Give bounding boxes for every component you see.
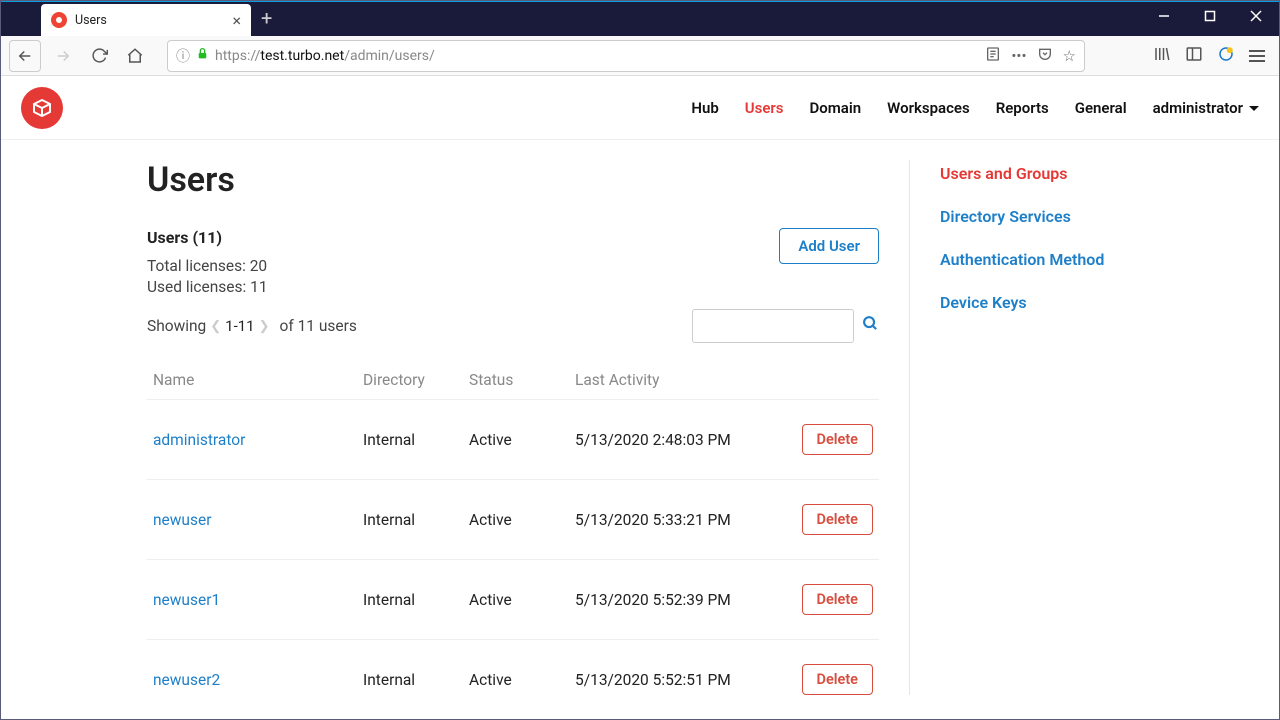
bookmark-star-icon[interactable]: ☆	[1063, 47, 1076, 65]
lock-icon	[196, 47, 209, 64]
pager-prev-icon[interactable]: ❮	[206, 319, 225, 334]
cell-status: Active	[469, 431, 575, 449]
nav-workspaces[interactable]: Workspaces	[887, 99, 970, 117]
user-link[interactable]: newuser1	[153, 591, 220, 609]
cell-last-activity: 5/13/2020 2:48:03 PM	[575, 431, 763, 449]
sidebar-authentication-method[interactable]: Authentication Method	[940, 250, 1249, 269]
sidebar-device-keys[interactable]: Device Keys	[940, 293, 1249, 312]
pager-range: 1-11	[225, 317, 254, 335]
reader-mode-icon[interactable]	[985, 46, 1001, 66]
search-icon[interactable]	[862, 315, 879, 337]
delete-button[interactable]: Delete	[802, 424, 874, 455]
pocket-icon[interactable]	[1037, 46, 1053, 66]
pager-of: of 11 users	[280, 317, 357, 335]
table-row: newuser2 InternalActive5/13/2020 5:52:51 …	[147, 640, 879, 695]
top-nav: Hub Users Domain Workspaces Reports General ad…	[691, 99, 1259, 117]
col-status: Status	[469, 371, 575, 389]
sidebar-directory-services[interactable]: Directory Services	[940, 207, 1249, 226]
cell-status: Active	[469, 511, 575, 529]
user-link[interactable]: newuser	[153, 511, 211, 529]
used-licenses: Used licenses: 11	[147, 278, 779, 296]
user-link[interactable]: newuser2	[153, 671, 220, 689]
right-sidebar: Users and Groups Directory Services Authen…	[909, 160, 1279, 695]
cell-last-activity: 5/13/2020 5:52:39 PM	[575, 591, 763, 609]
browser-titlebar: Users × +	[1, 1, 1279, 36]
delete-button[interactable]: Delete	[802, 664, 874, 695]
library-icon[interactable]	[1153, 45, 1171, 67]
user-link[interactable]: administrator	[153, 431, 245, 449]
browser-tab[interactable]: Users ×	[41, 4, 251, 36]
window-minimize-icon[interactable]	[1141, 1, 1187, 31]
nav-general[interactable]: General	[1075, 99, 1127, 117]
table-row: administrator InternalActive5/13/2020 2:4…	[147, 400, 879, 480]
browser-toolbar: ⓘ https://test.turbo.net/admin/users/ ••…	[1, 36, 1279, 76]
window-maximize-icon[interactable]	[1187, 1, 1233, 31]
cell-last-activity: 5/13/2020 5:33:21 PM	[575, 511, 763, 529]
cell-last-activity: 5/13/2020 5:52:51 PM	[575, 671, 763, 689]
cell-status: Active	[469, 591, 575, 609]
address-bar[interactable]: ⓘ https://test.turbo.net/admin/users/ ••…	[167, 40, 1085, 72]
reload-button[interactable]	[85, 42, 113, 70]
table-row: newuser InternalActive5/13/2020 5:33:21 P…	[147, 480, 879, 560]
forward-button	[49, 42, 77, 70]
app-logo-icon[interactable]	[21, 87, 63, 129]
tab-favicon-icon	[51, 12, 67, 28]
table-row: newuser1 InternalActive5/13/2020 5:52:39 …	[147, 560, 879, 640]
search-input[interactable]	[692, 309, 854, 343]
users-count: Users (11)	[147, 228, 779, 247]
app-header: Hub Users Domain Workspaces Reports General ad…	[1, 76, 1279, 140]
site-info-icon[interactable]: ⓘ	[176, 46, 190, 66]
table-body[interactable]: administratorInternalActive5/13/2020 2:4…	[147, 399, 879, 695]
nav-users[interactable]: Users	[745, 99, 784, 117]
nav-reports[interactable]: Reports	[996, 99, 1049, 117]
tab-title: Users	[75, 13, 232, 28]
pager-next-icon[interactable]: ❯	[255, 319, 274, 334]
extension-icon[interactable]	[1217, 45, 1235, 67]
nav-hub[interactable]: Hub	[691, 99, 718, 117]
col-name: Name	[153, 371, 363, 389]
delete-button[interactable]: Delete	[802, 504, 874, 535]
home-button[interactable]	[121, 42, 149, 70]
sidebar-users-and-groups[interactable]: Users and Groups	[940, 164, 1249, 183]
add-user-button[interactable]: Add User	[779, 228, 879, 264]
page-title: Users	[147, 160, 879, 200]
table-header: Name Directory Status Last Activity	[147, 361, 879, 399]
total-licenses: Total licenses: 20	[147, 257, 779, 275]
sidebar-icon[interactable]	[1185, 45, 1203, 67]
cell-status: Active	[469, 671, 575, 689]
cell-directory: Internal	[363, 591, 469, 609]
window-close-icon[interactable]	[1233, 1, 1279, 31]
back-button[interactable]	[9, 40, 41, 72]
user-menu[interactable]: administrator	[1153, 99, 1259, 117]
col-directory: Directory	[363, 371, 469, 389]
delete-button[interactable]: Delete	[802, 584, 874, 615]
cell-directory: Internal	[363, 431, 469, 449]
tab-close-icon[interactable]: ×	[232, 11, 241, 30]
col-last-activity: Last Activity	[575, 371, 763, 389]
menu-icon[interactable]	[1249, 50, 1265, 62]
page-actions-icon[interactable]: •••	[1011, 47, 1026, 65]
nav-domain[interactable]: Domain	[810, 99, 862, 117]
showing-label: Showing	[147, 317, 206, 335]
cell-directory: Internal	[363, 671, 469, 689]
new-tab-button[interactable]: +	[261, 6, 272, 30]
url-text: https://test.turbo.net/admin/users/	[215, 48, 985, 64]
cell-directory: Internal	[363, 511, 469, 529]
page-viewport[interactable]: Hub Users Domain Workspaces Reports General ad…	[1, 76, 1279, 719]
